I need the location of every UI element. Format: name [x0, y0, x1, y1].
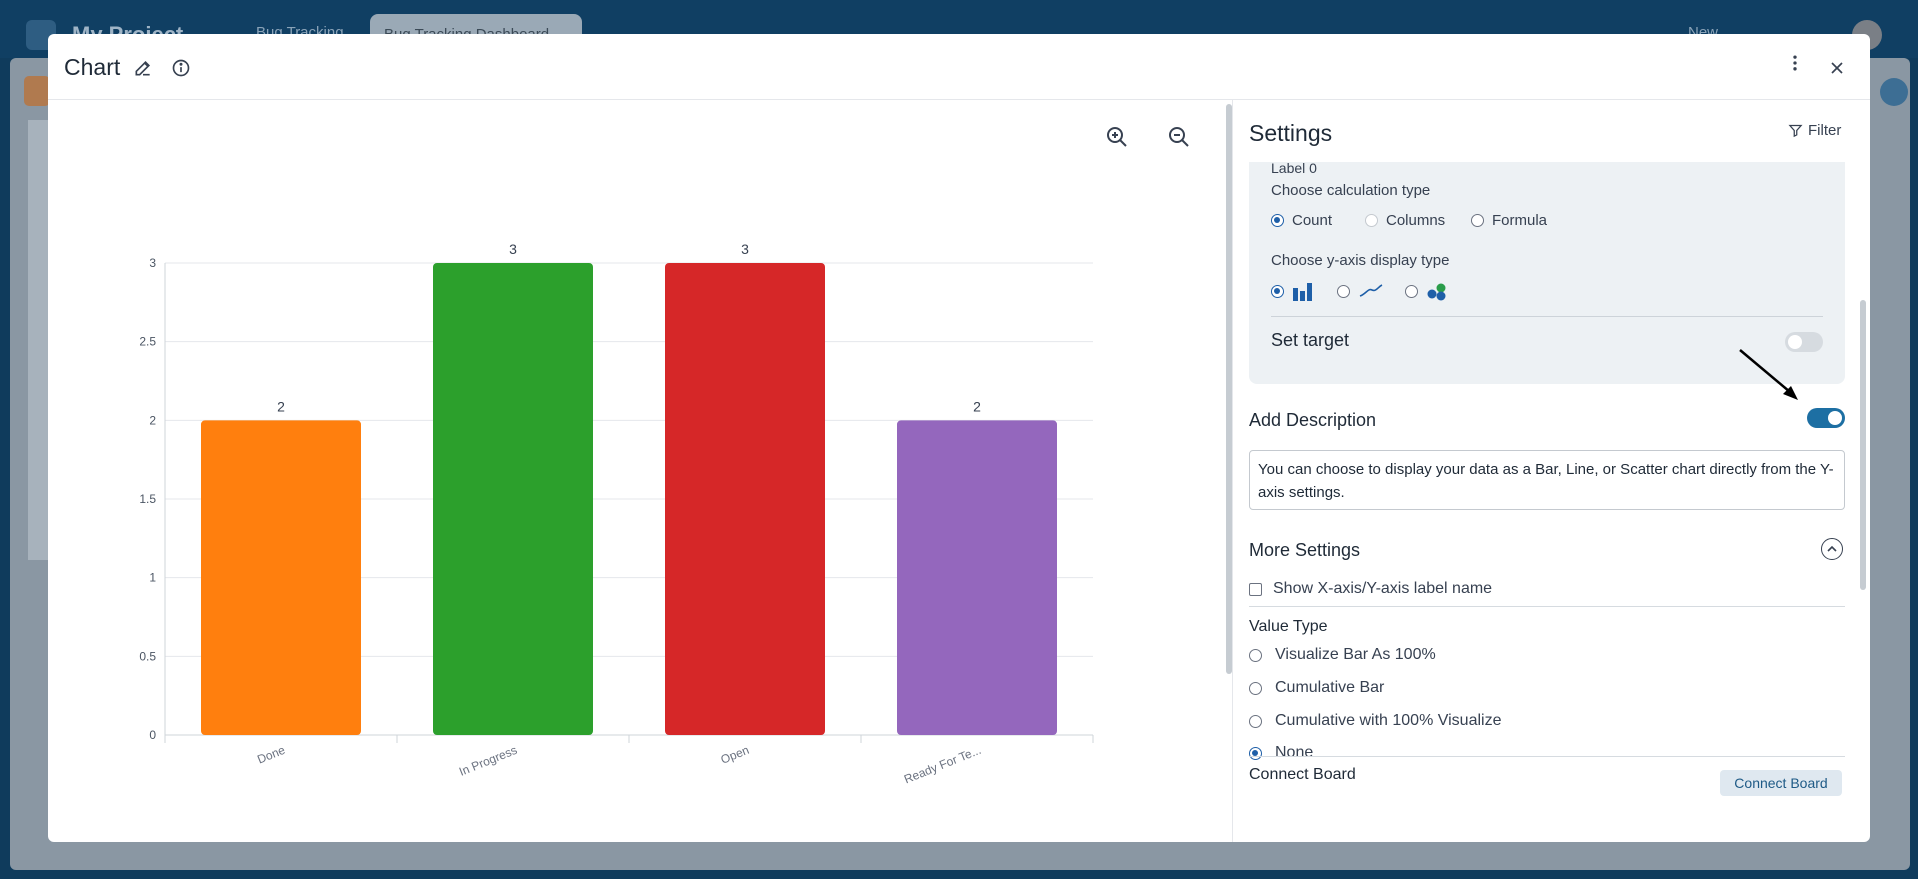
value-type-cumulative-bar[interactable]: Cumulative Bar [1249, 679, 1384, 697]
y-tick-label: 1 [149, 571, 156, 585]
radio-bar[interactable] [1271, 284, 1284, 298]
backdrop-sidebar [28, 120, 48, 560]
value-type-cumulative-100[interactable]: Cumulative with 100% Visualize [1249, 712, 1501, 730]
bar-open [665, 263, 825, 735]
yaxis-option-scatter[interactable] [1405, 280, 1448, 302]
info-icon[interactable] [170, 57, 192, 79]
more-settings-label: More Settings [1249, 540, 1361, 560]
label-name-partial: Label 0 [1271, 162, 1317, 176]
yaxis-option-line[interactable] [1337, 280, 1384, 302]
settings-scrollbar[interactable] [1860, 300, 1866, 590]
calc-option-columns[interactable]: Columns [1365, 212, 1445, 229]
chart-area: 0 0.5 1 1.5 2 2.5 3 2 Done 3 In Progress 3 Open 2 Read… [48, 100, 1220, 842]
value-type-none[interactable]: None [1249, 744, 1313, 762]
bar-chart: 0 0.5 1 1.5 2 2.5 3 2 Done 3 In Progress 3 Open 2 Read… [139, 241, 1094, 787]
x-tick-label: Done [255, 743, 287, 767]
radio-line[interactable] [1337, 284, 1350, 298]
chevron-up-icon[interactable] [1821, 538, 1843, 560]
x-tick-label: Open [719, 743, 751, 767]
value-type-bar-100[interactable]: Visualize Bar As 100% [1249, 646, 1436, 664]
bar-done [201, 420, 361, 735]
y-tick-label: 2.5 [139, 335, 156, 349]
data-label: 3 [509, 241, 517, 257]
y-tick-label: 0.5 [139, 649, 156, 663]
filter-icon [1788, 124, 1803, 138]
show-axis-label-option[interactable]: Show X-axis/Y-axis label name [1249, 580, 1492, 598]
zoom-in-icon[interactable] [1102, 122, 1132, 152]
divider [1249, 606, 1845, 607]
y-tick-label: 2 [149, 413, 156, 427]
zoom-out-icon[interactable] [1164, 122, 1194, 152]
y-tick-label: 1.5 [139, 492, 156, 506]
filter-label: Filter [1808, 122, 1842, 139]
bar-ready-for-te- [897, 420, 1057, 735]
yaxis-display-label: Choose y-axis display type [1271, 252, 1450, 269]
set-target-toggle[interactable] [1785, 332, 1823, 352]
filter-button[interactable]: Filter [1788, 122, 1841, 139]
show-axis-label-checkbox[interactable] [1249, 582, 1262, 596]
y-tick-label: 3 [149, 256, 156, 270]
radio-formula[interactable] [1471, 214, 1484, 227]
bar-chart-icon [1293, 283, 1312, 301]
connect-board-button[interactable]: Connect Board [1720, 770, 1842, 796]
chart-modal: Chart 0 0.5 1 1.5 2 2.5 3 2 Done 3 In Progress 3 Ope… [48, 34, 1870, 842]
scatter-chart-icon [1427, 283, 1446, 301]
data-label: 2 [277, 398, 285, 414]
yaxis-card: Label 0 Choose calculation type Count Co… [1249, 162, 1845, 384]
divider-connect [1249, 756, 1845, 757]
calc-option-formula[interactable]: Formula [1471, 212, 1547, 229]
more-options-icon[interactable] [1784, 52, 1806, 74]
card-divider [1271, 316, 1823, 317]
backdrop-logo [24, 76, 50, 106]
add-description-toggle[interactable] [1807, 408, 1845, 428]
radio-columns[interactable] [1365, 214, 1378, 227]
radio-count[interactable] [1271, 214, 1284, 227]
modal-header: Chart [48, 34, 1870, 100]
y-tick-label: 0 [149, 728, 156, 742]
line-chart-icon [1359, 284, 1383, 297]
data-label: 2 [973, 398, 981, 414]
settings-scroll: Label 0 Choose calculation type Count Co… [1233, 162, 1857, 842]
settings-title: Settings [1249, 120, 1333, 146]
data-label: 3 [741, 241, 749, 257]
radio-scatter[interactable] [1405, 284, 1418, 298]
backdrop-add-icon [1880, 78, 1908, 106]
calc-type-label: Choose calculation type [1271, 182, 1431, 199]
connect-board-label: Connect Board [1249, 766, 1356, 783]
set-target-label: Set target [1271, 330, 1350, 350]
edit-title-icon[interactable] [132, 57, 154, 79]
calc-option-count[interactable]: Count [1271, 212, 1332, 229]
value-type-label: Value Type [1249, 618, 1328, 635]
bar-in-progress [433, 263, 593, 735]
modal-title: Chart [64, 54, 121, 80]
x-tick-label: In Progress [457, 743, 519, 779]
close-icon[interactable] [1826, 57, 1848, 79]
description-textarea[interactable]: You can choose to display your data as a… [1249, 450, 1845, 510]
settings-panel: Settings Filter Label 0 Choose calculati… [1232, 100, 1870, 842]
yaxis-option-bar[interactable] [1271, 280, 1314, 302]
add-description-label: Add Description [1249, 410, 1377, 430]
x-tick-label: Ready For Te... [902, 743, 983, 787]
